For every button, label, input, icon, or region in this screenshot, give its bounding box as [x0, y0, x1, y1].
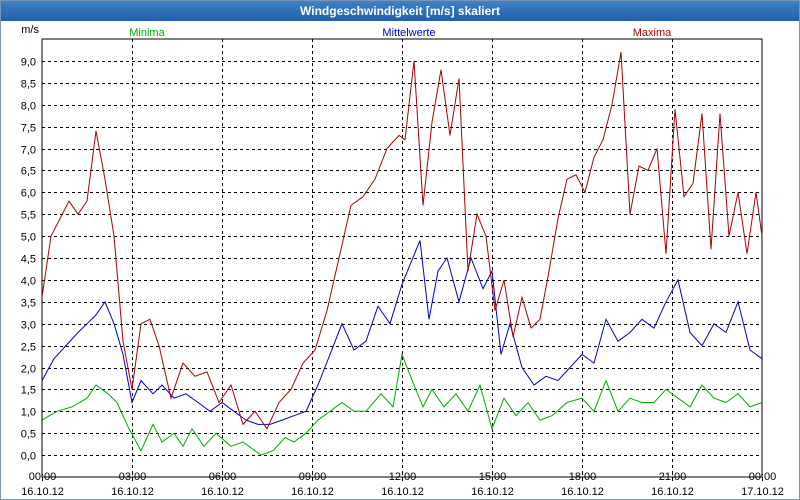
x-tick-time: 03:00	[119, 471, 147, 483]
y-axis-unit: m/s	[21, 24, 39, 36]
x-tick-time: 21:00	[659, 471, 687, 483]
x-tick-time: 06:00	[209, 471, 237, 483]
x-tick-date: 16.10.12	[291, 486, 334, 498]
y-tick-label: 7,0	[21, 145, 36, 157]
x-axis: 00:00 16.10.12 03:00 16.10.12 06:00 16.10.12 0…	[21, 471, 784, 498]
legend-minima: Minima	[129, 27, 165, 39]
y-tick-label: 3,0	[21, 320, 36, 332]
legend-maxima: Maxima	[633, 27, 672, 39]
y-tick-label: 9,0	[21, 57, 36, 69]
y-tick-label: 1,5	[21, 385, 36, 397]
y-tick-label: 7,5	[21, 123, 36, 135]
y-tick-label: 6,5	[21, 166, 36, 178]
chart: 0,0 0,5 1,0 1,5 2,0 2,5 3,0 3,5 4,0 4,5 5,0 5,5 6,0 6…	[21, 24, 784, 498]
y-tick-label: 5,5	[21, 210, 36, 222]
y-tick-label: 5,0	[21, 232, 36, 244]
y-tick-label: 4,5	[21, 254, 36, 266]
y-tick-label: 1,0	[21, 407, 36, 419]
x-tick-time: 12:00	[389, 471, 417, 483]
y-tick-label: 0,0	[21, 451, 36, 463]
y-tick-label: 8,0	[21, 101, 36, 113]
x-tick-date: 16.10.12	[471, 486, 514, 498]
y-tick-label: 3,5	[21, 298, 36, 310]
window-title: Windgeschwindigkeit [m/s] skaliert	[1, 1, 799, 21]
x-tick-date: 16.10.12	[651, 486, 694, 498]
x-tick-time: 15:00	[479, 471, 507, 483]
x-tick-time: 09:00	[299, 471, 327, 483]
x-tick-date: 16.10.12	[561, 486, 604, 498]
x-tick-date: 16.10.12	[111, 486, 154, 498]
y-tick-label: 0,5	[21, 429, 36, 441]
chart-window: Windgeschwindigkeit [m/s] skaliert 0,0 0,…	[0, 0, 800, 500]
legend-mittelwerte: Mittelwerte	[382, 27, 435, 39]
x-tick-date: 17.10.12	[741, 486, 784, 498]
x-tick-date: 16.10.12	[21, 486, 64, 498]
y-tick-label: 8,5	[21, 79, 36, 91]
x-tick-time: 18:00	[569, 471, 597, 483]
y-tick-label: 6,0	[21, 188, 36, 200]
y-axis: 0,0 0,5 1,0 1,5 2,0 2,5 3,0 3,5 4,0 4,5 5,0 5,5 6,0 6…	[21, 24, 40, 463]
x-tick-time: 00:00	[749, 471, 777, 483]
y-tick-label: 2,0	[21, 364, 36, 376]
y-tick-label: 4,0	[21, 276, 36, 288]
legend: Minima Mittelwerte Maxima	[129, 27, 672, 39]
y-tick-label: 2,5	[21, 342, 36, 354]
x-tick-time: 00:00	[29, 471, 57, 483]
x-tick-date: 16.10.12	[381, 486, 424, 498]
x-tick-date: 16.10.12	[201, 486, 244, 498]
